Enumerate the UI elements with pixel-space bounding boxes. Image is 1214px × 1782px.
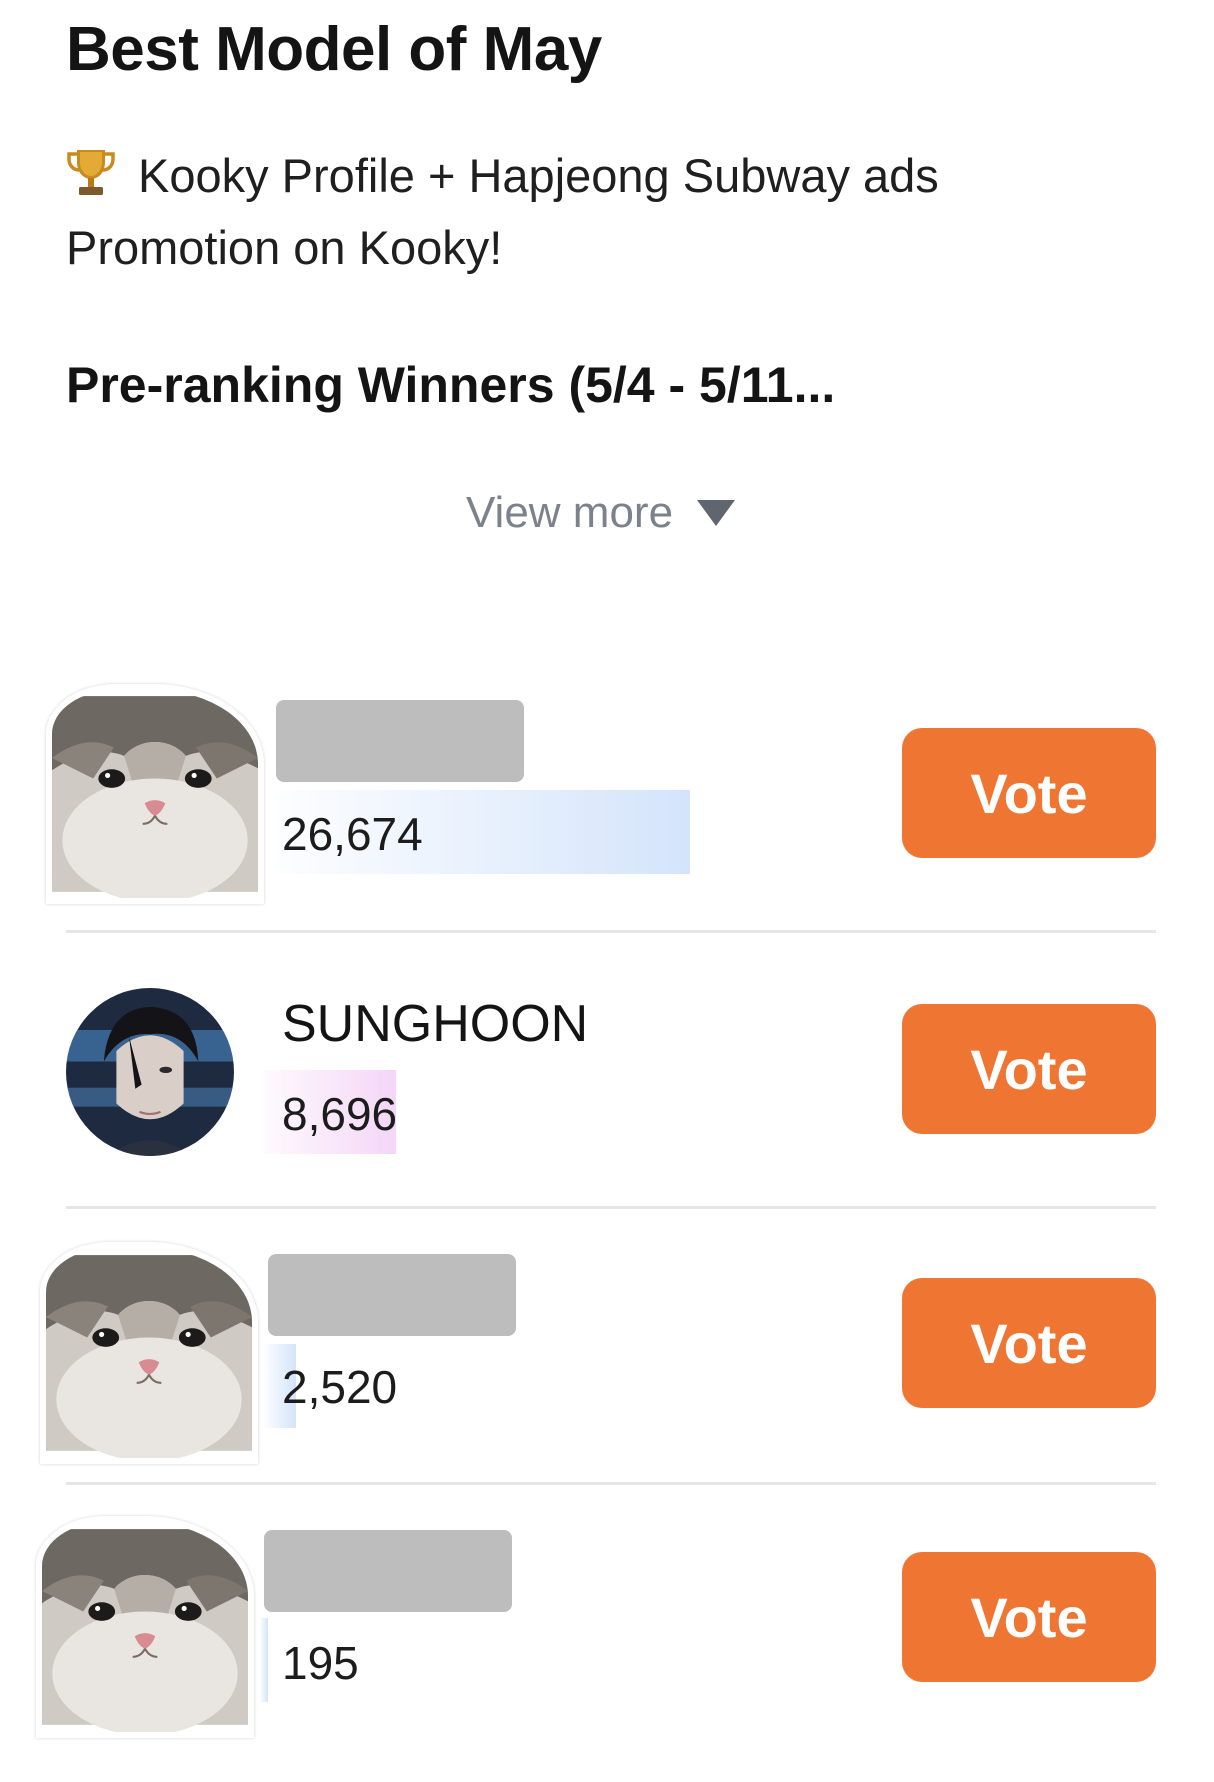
cat-sticker-avatar [36, 1516, 254, 1738]
cat-sticker-avatar [40, 1242, 258, 1464]
vote-count: 8,696 [282, 1088, 398, 1140]
view-more-button[interactable]: View more [466, 488, 736, 538]
redacted-name [276, 700, 524, 782]
model-name: SUNGHOON [282, 995, 589, 1053]
view-more-label: View more [466, 488, 674, 537]
vote-button[interactable]: Vote [902, 1004, 1156, 1134]
promo-label: Kooky Profile + Hapjeong Subway ads Prom… [66, 149, 939, 274]
vote-count: 195 [282, 1637, 359, 1689]
ranking-row-1: 26,674 Vote [0, 680, 1214, 950]
vote-button[interactable]: Vote [902, 728, 1156, 858]
vote-bar [260, 1618, 268, 1702]
trophy-icon [66, 146, 116, 198]
vote-button[interactable]: Vote [902, 1552, 1156, 1682]
pre-ranking-heading: Pre-ranking Winners (5/4 - 5/11... [66, 357, 836, 413]
vote-count: 26,674 [282, 808, 423, 860]
row-divider [66, 930, 1156, 933]
redacted-name [264, 1530, 512, 1612]
cat-sticker-avatar [46, 684, 264, 904]
sunghoon-avatar [66, 988, 234, 1156]
row-divider [66, 1206, 1156, 1209]
redacted-name [268, 1254, 516, 1336]
triangle-down-icon [697, 500, 736, 526]
ranking-row-4: 195 Vote [0, 1512, 1214, 1782]
row-divider [66, 1482, 1156, 1485]
ranking-row-3: 2,520 Vote [0, 1236, 1214, 1506]
vote-count: 2,520 [282, 1361, 398, 1413]
ranking-row-2: SUNGHOON 8,696 Vote [0, 960, 1214, 1230]
vote-button[interactable]: Vote [902, 1278, 1156, 1408]
promo-text: Kooky Profile + Hapjeong Subway ads Prom… [66, 140, 1146, 284]
page-title: Best Model of May [66, 15, 602, 84]
